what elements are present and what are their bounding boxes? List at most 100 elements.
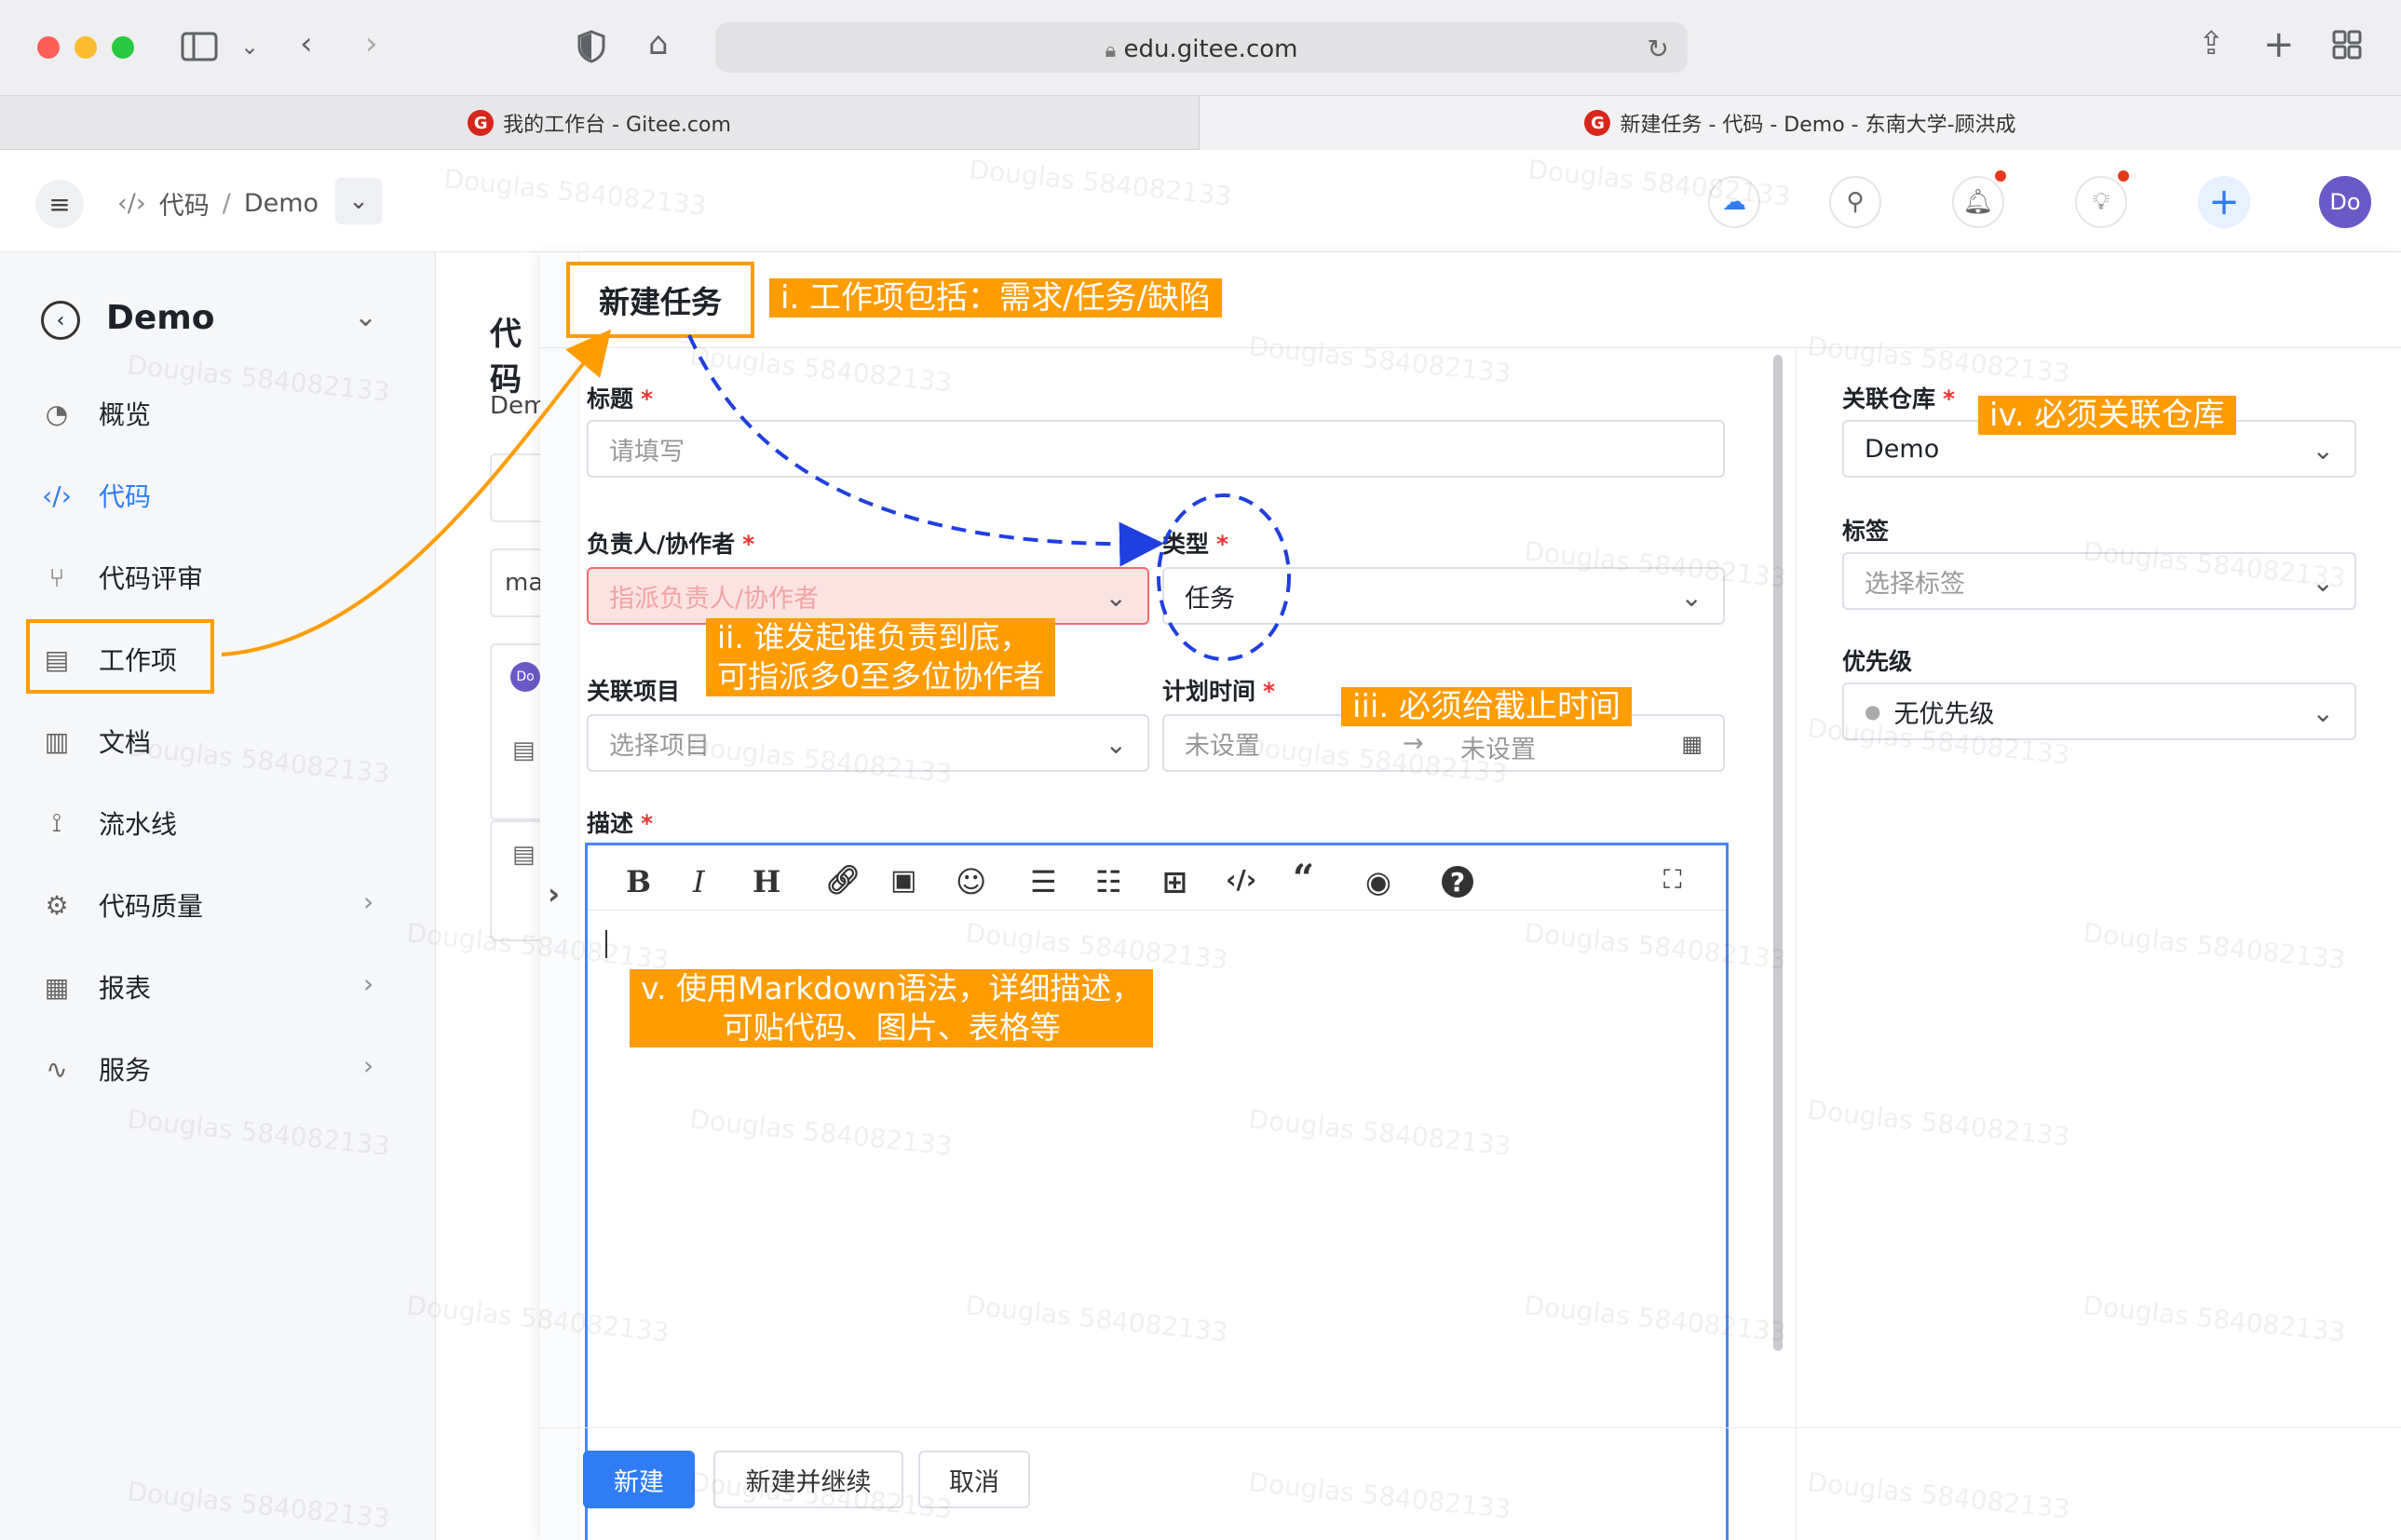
tags-label-text: 标签 xyxy=(1842,518,1890,545)
tab-label: 新建任务 - 代码 - Demo - 东南大学-顾洪成 xyxy=(1620,114,2016,137)
repo-value: Demo xyxy=(1865,434,1940,464)
lightbulb-icon[interactable]: 💡︎ xyxy=(2075,176,2127,228)
bullet-list-icon[interactable]: ☰ xyxy=(1030,864,1057,899)
annotation-iii: iii. 必须给截止时间 xyxy=(1341,687,1632,726)
annotation-i: i. 工作项包括：需求/任务/缺陷 xyxy=(769,278,1222,317)
sidebar-item-overview[interactable]: ◔ 概览 xyxy=(41,385,151,441)
sidebar: ‹ Demo ⌄ ◔ 概览 ‹/› 代码 ⑂ 代码评审 ▤ 工作项 ▥ 文档 ⟟ 流水线 ⚙… xyxy=(0,252,436,1540)
home-icon[interactable]: ⌂ xyxy=(648,28,669,60)
forward-icon[interactable]: › xyxy=(365,28,378,60)
chevron-down-icon: ⌄ xyxy=(1105,729,1127,760)
sidebar-toggle-icon[interactable] xyxy=(181,32,218,67)
chevron-right-icon: › xyxy=(363,886,374,917)
avatar[interactable]: Do xyxy=(2319,176,2371,228)
heading-icon[interactable]: H xyxy=(753,864,780,899)
back-icon[interactable]: ‹ xyxy=(300,28,313,60)
reload-icon[interactable]: ↻ xyxy=(1648,34,1669,64)
annotation-ii-line1: ii. 谁发起谁负责到底， xyxy=(717,619,1031,655)
pipeline-icon: ⟟ xyxy=(51,807,62,838)
assignee-label-text: 负责人/协作者 xyxy=(587,531,736,558)
bold-icon[interactable]: B xyxy=(626,864,651,899)
shield-icon[interactable] xyxy=(577,30,605,69)
tags-placeholder: 选择标签 xyxy=(1865,569,1965,599)
assignee-select[interactable]: 指派负责人/协作者 ⌄ xyxy=(587,567,1149,625)
address-bar[interactable]: 🔒︎ edu.gitee.com ↻ xyxy=(715,22,1688,73)
gitee-logo-icon: G xyxy=(468,110,495,136)
bell-icon[interactable]: 🔔︎ xyxy=(1952,176,2004,228)
numbered-list-icon[interactable]: ☷ xyxy=(1095,864,1122,899)
description-label-text: 描述 xyxy=(587,810,634,837)
notification-dot xyxy=(1995,170,2006,182)
sidebar-item-pipeline[interactable]: ⟟ 流水线 xyxy=(41,795,177,851)
gitee-logo-icon: G xyxy=(1584,110,1611,136)
menu-icon[interactable]: ≡ xyxy=(35,180,84,228)
project-label: 关联项目 xyxy=(587,673,680,707)
sidebar-item-code[interactable]: ‹/› 代码 xyxy=(41,467,151,523)
emoji-icon[interactable]: ☺ xyxy=(956,864,986,899)
file-icon: ▤ xyxy=(512,841,536,869)
title-divider xyxy=(540,347,2401,348)
table-icon[interactable]: ⊞ xyxy=(1162,864,1187,899)
branch-select: ma xyxy=(490,548,546,617)
project-label-text: 关联项目 xyxy=(587,678,681,705)
create-button[interactable]: 新建 xyxy=(583,1451,695,1508)
scrollbar[interactable] xyxy=(1773,355,1783,1351)
chevron-right-icon: › xyxy=(363,968,374,999)
sidebar-item-label: 代码质量 xyxy=(99,891,204,922)
repo-switch-dropdown[interactable]: ⌄ xyxy=(335,178,382,224)
minimize-window-button[interactable] xyxy=(75,36,97,59)
sidebar-item-services[interactable]: ∿ 服务 xyxy=(41,1041,151,1097)
breadcrumb-code[interactable]: 代码 xyxy=(159,185,210,222)
image-icon[interactable]: ▣ xyxy=(890,864,916,897)
avatar: Do xyxy=(510,662,540,692)
collapse-arrow-icon[interactable]: › xyxy=(548,876,560,912)
help-icon[interactable]: ? xyxy=(1442,866,1473,898)
sidebar-item-code-quality[interactable]: ⚙︎ 代码质量 xyxy=(41,877,203,933)
chevron-down-icon: ⌄ xyxy=(2312,697,2334,728)
code-icon: ‹/› xyxy=(42,480,72,511)
create-plus-icon[interactable]: + xyxy=(2198,176,2250,228)
title-input[interactable]: 请填写 xyxy=(587,420,1725,478)
chevron-down-icon: ⌄ xyxy=(1680,582,1702,613)
maximize-window-button[interactable] xyxy=(112,36,134,59)
back-circle-icon[interactable]: ‹ xyxy=(41,301,80,340)
breadcrumb-repo[interactable]: Demo xyxy=(244,189,319,218)
chevron-right-icon: › xyxy=(363,1050,374,1081)
tab-workbench[interactable]: G 我的工作台 - Gitee.com xyxy=(0,96,1200,150)
preview-eye-icon[interactable]: ◉ xyxy=(1365,864,1391,899)
tab-bar: G 我的工作台 - Gitee.com G 新建任务 - 代码 - Demo -… xyxy=(0,96,2401,150)
close-window-button[interactable] xyxy=(37,36,60,59)
calendar-icon: ▦ xyxy=(1681,731,1702,757)
link-icon[interactable]: ⚲ xyxy=(1829,176,1881,228)
repo-label-text: 关联仓库 xyxy=(1842,385,1936,412)
panel-title: 新建任务 xyxy=(566,262,754,338)
chevron-down-icon[interactable]: ⌄ xyxy=(354,301,377,333)
notification-dot xyxy=(2118,170,2129,182)
link-icon[interactable]: 🔗︎ xyxy=(825,864,861,897)
italic-icon[interactable]: I xyxy=(693,864,705,899)
quote-icon[interactable]: “ xyxy=(1293,857,1314,900)
sidebar-item-reports[interactable]: ▦ 报表 xyxy=(41,959,151,1015)
url-text: 🔒︎ edu.gitee.com xyxy=(715,35,1688,63)
plan-time-label-text: 计划时间 xyxy=(1162,678,1256,705)
browser-toolbar: ⌄ ‹ › ⌂ 🔒︎ edu.gitee.com ↻ ⇪ + xyxy=(0,0,2401,96)
title-label-text: 标题 xyxy=(587,385,634,412)
quality-icon: ⚙︎ xyxy=(45,889,69,921)
code-block-icon[interactable]: ‹/› xyxy=(1226,864,1256,895)
fullscreen-icon[interactable]: ⛶ xyxy=(1663,864,1682,896)
breadcrumb: ‹/› 代码 / Demo xyxy=(117,185,319,222)
work-item-highlight xyxy=(26,619,214,694)
tab-overview-icon[interactable] xyxy=(2332,30,2362,65)
share-icon[interactable]: ⇪ xyxy=(2198,28,2225,60)
description-label: 描述 * xyxy=(587,810,654,837)
sidebar-item-code-review[interactable]: ⑂ 代码评审 xyxy=(41,549,203,605)
url-value: edu.gitee.com xyxy=(1123,35,1298,63)
type-value: 任务 xyxy=(1185,584,1235,614)
new-task-panel: › 新建任务 标题 * 请填写 负责人/协作者 * 指派负责人/协作者 ⌄ 类型 * 任… xyxy=(540,252,2401,1540)
new-tab-icon[interactable]: + xyxy=(2263,26,2295,63)
priority-label-text: 优先级 xyxy=(1842,648,1913,675)
lock-icon: 🔒︎ xyxy=(1105,39,1117,62)
tab-new-task[interactable]: G 新建任务 - 代码 - Demo - 东南大学-顾洪成 xyxy=(1200,96,2401,150)
code-icon: ‹/› xyxy=(117,189,146,218)
chevron-down-icon[interactable]: ⌄ xyxy=(240,35,259,58)
